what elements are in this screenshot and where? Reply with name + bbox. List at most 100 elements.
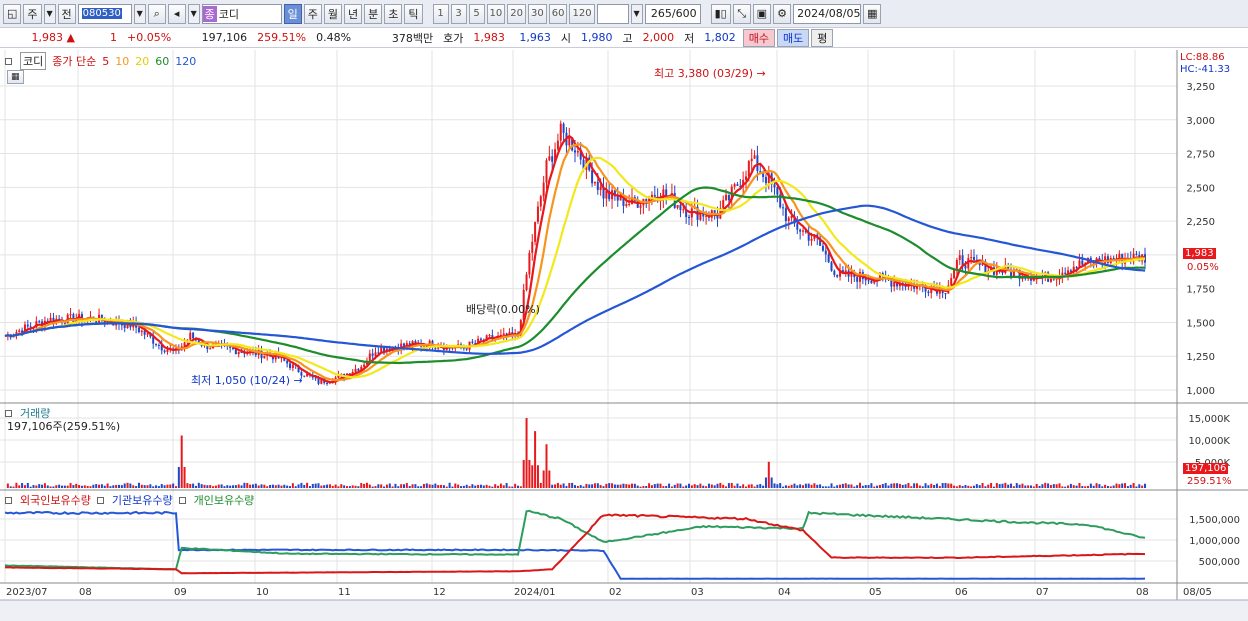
count-total: /600 bbox=[671, 7, 697, 20]
volume-bar bbox=[203, 484, 206, 488]
volume-bar bbox=[1061, 486, 1064, 488]
minute-3-button[interactable]: 3 bbox=[450, 3, 467, 24]
volume-bar bbox=[374, 486, 377, 488]
chevron-down-icon[interactable]: ▼ bbox=[187, 3, 200, 24]
candle-icon[interactable]: ▮▯ bbox=[710, 3, 731, 24]
volume-bar bbox=[405, 483, 408, 488]
search-icon[interactable]: ⌕ bbox=[147, 3, 166, 24]
period-month-button[interactable]: 월 bbox=[323, 3, 343, 24]
date-input[interactable]: 2024/08/05 bbox=[793, 3, 862, 24]
volume-bar bbox=[907, 482, 910, 488]
volume-bar bbox=[183, 467, 186, 488]
table-icon[interactable]: ▦ bbox=[7, 70, 24, 84]
volume-bar bbox=[599, 485, 602, 488]
volume-bar bbox=[343, 485, 346, 488]
chevron-down-icon[interactable]: ▼ bbox=[133, 3, 146, 24]
minute-1-button[interactable]: 1 bbox=[432, 3, 449, 24]
panel-toggle-icon[interactable] bbox=[5, 57, 12, 65]
calendar-icon[interactable]: ▦ bbox=[863, 3, 882, 24]
candle-body bbox=[414, 341, 417, 343]
volume-bar bbox=[753, 486, 756, 488]
volume-bar bbox=[408, 485, 411, 488]
period-second-button[interactable]: 초 bbox=[384, 3, 403, 24]
volume-bar bbox=[747, 484, 750, 488]
save-icon[interactable]: ▣ bbox=[752, 3, 772, 24]
volume-bar bbox=[525, 418, 528, 488]
chevron-down-icon[interactable]: ▼ bbox=[43, 3, 56, 24]
minute-5-button[interactable]: 5 bbox=[468, 3, 485, 24]
draw-icon[interactable]: ⤡ bbox=[732, 3, 751, 24]
volume-bar bbox=[935, 483, 938, 488]
stock-code-input[interactable]: 080530 bbox=[77, 3, 132, 24]
volume-bar bbox=[992, 486, 995, 488]
holding-axis-label: 500,000 bbox=[1199, 557, 1240, 568]
panel-toggle-icon[interactable] bbox=[5, 496, 12, 504]
volume-bar bbox=[192, 483, 195, 488]
volume-bar bbox=[232, 485, 234, 488]
period-day-button[interactable]: 일 bbox=[283, 3, 302, 24]
price-axis-label: 2,250 bbox=[1186, 217, 1215, 228]
volume-bar bbox=[260, 484, 263, 488]
count-input[interactable]: 265/600 bbox=[644, 3, 701, 24]
x-axis-label: 07 bbox=[1036, 587, 1049, 598]
volume-bar bbox=[46, 485, 49, 488]
volume-bar bbox=[80, 485, 83, 488]
volume-bar bbox=[696, 485, 699, 488]
volume-axis-label: 15,000K bbox=[1188, 414, 1230, 425]
volume-bar bbox=[884, 482, 887, 488]
candle-body bbox=[26, 324, 29, 327]
volume-bar bbox=[887, 485, 890, 488]
count-value: 265 bbox=[650, 7, 672, 20]
candle-body bbox=[528, 252, 531, 275]
speaker-icon[interactable]: ◂ bbox=[167, 3, 186, 24]
layout-icon[interactable]: ◱ bbox=[3, 3, 22, 24]
volume-bar bbox=[180, 435, 183, 488]
toolbar: ◱ 주 ▼ 전 080530 ▼ ⌕ ◂ ▼ 종 코디 일 주 월 년 분 초 … bbox=[0, 0, 1248, 28]
buy-button[interactable]: 매수 bbox=[742, 28, 775, 47]
high-annotation: 최고 3,380 (03/29) → bbox=[654, 67, 766, 80]
chevron-down-icon[interactable]: ▼ bbox=[630, 3, 643, 24]
candle-body bbox=[753, 155, 756, 159]
period-week-button[interactable]: 주 bbox=[303, 3, 322, 24]
period-tick-button[interactable]: 틱 bbox=[404, 3, 423, 24]
volume-bar bbox=[346, 486, 348, 488]
volume-bar bbox=[340, 484, 343, 488]
volume-bar bbox=[448, 482, 451, 488]
volume-bar bbox=[357, 486, 360, 488]
volume-bar bbox=[574, 485, 576, 488]
volume-bar bbox=[21, 483, 24, 488]
volume-bar bbox=[873, 486, 876, 488]
volume-bar bbox=[1138, 484, 1141, 488]
period-select-1[interactable]: 주 bbox=[23, 3, 42, 24]
minute-60-button[interactable]: 60 bbox=[548, 3, 568, 24]
gear-icon[interactable]: ⚙ bbox=[773, 3, 792, 24]
period-minute-button[interactable]: 분 bbox=[364, 3, 383, 24]
volume-bar bbox=[1064, 486, 1067, 488]
volume-bar bbox=[43, 483, 46, 488]
volume-bar bbox=[385, 484, 388, 488]
stock-chart[interactable]: 3,2503,0002,7502,5002,2502,0001,7501,500… bbox=[0, 50, 1248, 621]
stock-name-field[interactable]: 종 코디 bbox=[201, 3, 282, 24]
volume-bar bbox=[1144, 483, 1146, 488]
minute-10-button[interactable]: 10 bbox=[486, 3, 506, 24]
candle-body bbox=[973, 257, 975, 260]
eval-button[interactable]: 평 bbox=[811, 28, 834, 47]
interval-input[interactable] bbox=[596, 3, 629, 24]
minute-120-button[interactable]: 120 bbox=[569, 3, 595, 24]
volume-bar bbox=[1055, 484, 1058, 488]
lc-value: LC:88.86 bbox=[1180, 52, 1225, 63]
sell-button[interactable]: 매도 bbox=[776, 28, 810, 47]
minute-20-button[interactable]: 20 bbox=[507, 3, 526, 24]
panel-toggle-icon[interactable] bbox=[5, 409, 12, 417]
volume-bar bbox=[257, 485, 260, 488]
candle-body bbox=[551, 156, 554, 162]
minute-30-button[interactable]: 30 bbox=[528, 3, 547, 24]
volume-bar bbox=[306, 482, 309, 488]
volume-bar bbox=[431, 484, 434, 488]
period-year-button[interactable]: 년 bbox=[344, 3, 363, 24]
candle-body bbox=[824, 250, 827, 255]
volume-bar bbox=[864, 485, 867, 488]
period-select-2[interactable]: 전 bbox=[57, 3, 76, 24]
volume-bar bbox=[921, 486, 924, 488]
candle-body bbox=[163, 350, 166, 352]
